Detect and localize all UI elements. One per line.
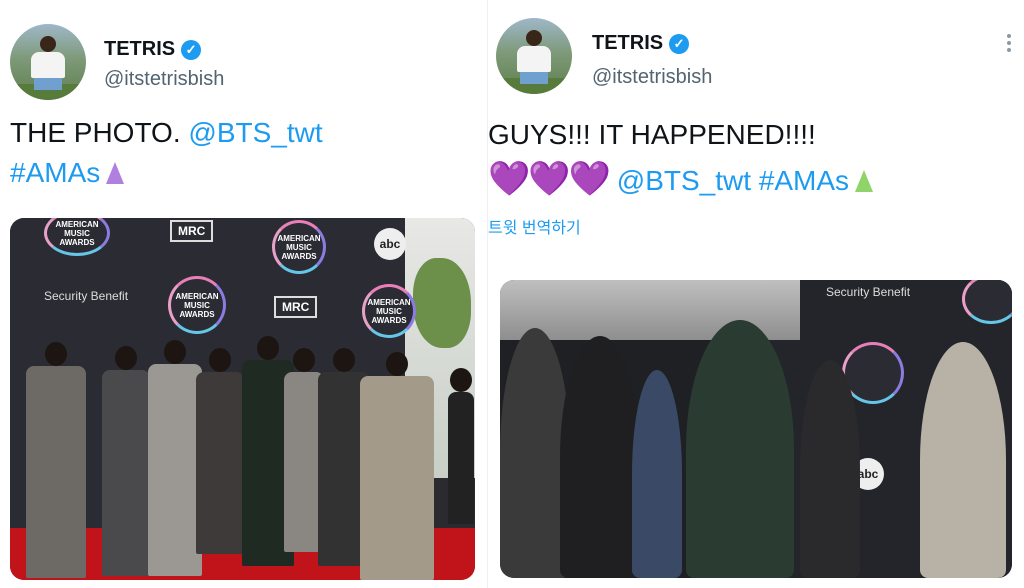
person (560, 336, 640, 578)
person-head (257, 336, 279, 360)
person (448, 368, 474, 524)
person-head (209, 348, 231, 372)
mrc-logo: MRC (170, 220, 214, 242)
mention-hashtag-links[interactable]: @BTS_twt #AMAs (617, 165, 849, 196)
avatar[interactable] (10, 24, 86, 100)
person (920, 342, 1006, 578)
person-suit (196, 372, 244, 554)
tweet-card-right: TETRIS ✓ @itstetrisbish GUYS!!! IT HAPPE… (487, 0, 1024, 588)
person (686, 320, 794, 578)
purple-heart-emojis: 💜💜💜 (488, 160, 611, 198)
mrc-logo: MRC (274, 296, 318, 318)
author-row[interactable]: TETRIS ✓ (104, 38, 202, 61)
author-handle[interactable]: @itstetrisbish (592, 66, 712, 89)
avatar-person-shirt (31, 52, 65, 78)
person-head (45, 342, 67, 366)
mention-link[interactable]: @BTS_twt (188, 117, 322, 148)
more-options-icon[interactable] (1007, 34, 1011, 52)
verified-badge-icon: ✓ (669, 33, 690, 54)
person-head (450, 368, 472, 392)
person-suit (360, 376, 434, 580)
avatar-person-head (526, 30, 542, 46)
person-head (386, 352, 408, 376)
tweet-photo[interactable]: Security Benefit abc (500, 280, 1012, 578)
translate-tweet-link[interactable]: 트윗 번역하기 (488, 214, 581, 238)
tweet-text: GUYS!!! IT HAPPENED!!!! (488, 119, 816, 150)
person-head (115, 346, 137, 370)
tweet-photo[interactable]: AMERICAN MUSIC AWARDS MRC AMERICAN MUSIC… (10, 218, 475, 580)
abc-logo: abc (374, 228, 406, 260)
avatar[interactable] (496, 18, 572, 94)
person-suit (102, 370, 150, 576)
author-name[interactable]: TETRIS (104, 38, 175, 61)
person-suit (448, 392, 474, 524)
sponsor-logo: Security Benefit (826, 285, 911, 299)
amas-logo: AMERICAN MUSIC AWARDS (272, 220, 326, 274)
sponsor-logo: Security Benefit (44, 289, 129, 303)
person (26, 342, 86, 578)
person (632, 370, 682, 578)
person (196, 348, 244, 554)
prism-emoji-icon (855, 169, 874, 192)
amas-logo: AMERICAN MUSIC AWARDS (362, 284, 416, 338)
person-head (333, 348, 355, 372)
tweet-text: THE PHOTO. @BTS_twt (10, 114, 323, 152)
author-name[interactable]: TETRIS (592, 32, 663, 55)
amas-logo: AMERICAN MUSIC AWARDS (168, 276, 226, 334)
tweet-text-line2: 💜💜💜 @BTS_twt #AMAs (488, 160, 874, 200)
person (148, 340, 202, 576)
avatar-person-head (40, 36, 56, 52)
person-suit (148, 364, 202, 576)
avatar-person-shirt (517, 46, 551, 72)
person-head (164, 340, 186, 364)
person-suit (26, 366, 86, 578)
tree (413, 258, 471, 348)
tweet-card-left: TETRIS ✓ @itstetrisbish THE PHOTO. @BTS_… (0, 0, 487, 588)
author-row[interactable]: TETRIS ✓ (592, 32, 690, 55)
hashtag-link[interactable]: #AMAs (10, 157, 100, 188)
verified-badge-icon: ✓ (181, 39, 202, 60)
person (360, 352, 434, 580)
tweet-text-line2: #AMAs (10, 154, 125, 192)
person-head (293, 348, 315, 372)
tweet-text-plain: THE PHOTO. (10, 117, 189, 148)
author-handle[interactable]: @itstetrisbish (104, 68, 224, 91)
person (800, 360, 860, 578)
prism-emoji-icon (106, 161, 125, 184)
person (102, 346, 150, 576)
avatar-person-legs (520, 72, 548, 84)
avatar-person-legs (34, 78, 62, 90)
